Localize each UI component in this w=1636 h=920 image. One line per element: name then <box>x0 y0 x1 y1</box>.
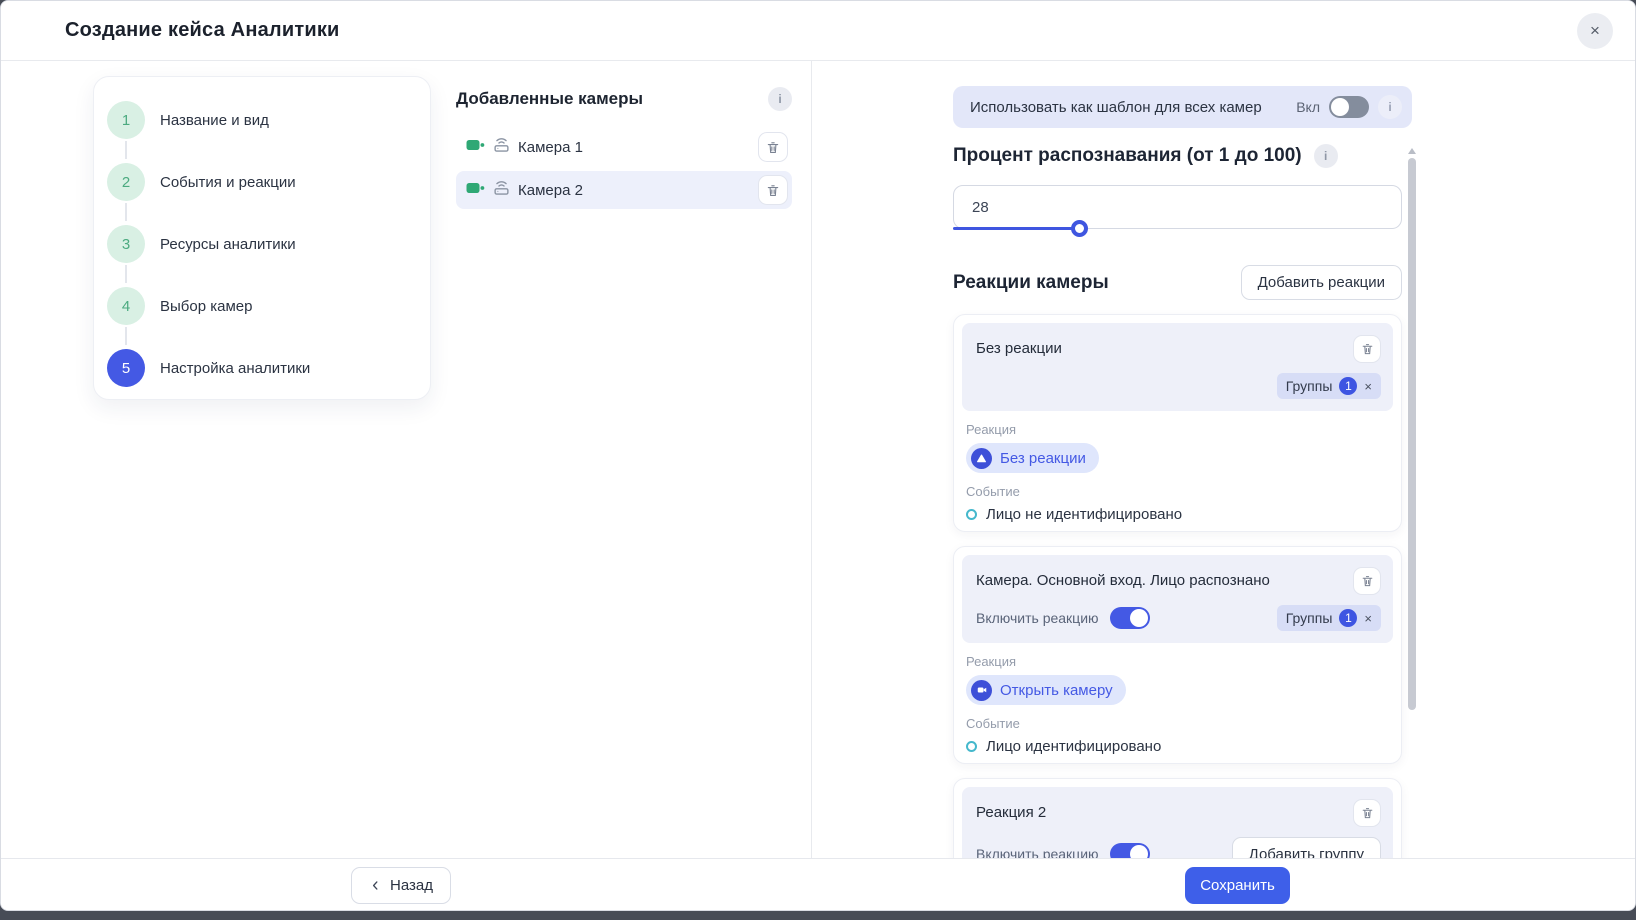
step-number: 2 <box>107 163 145 201</box>
added-cameras-title: Добавленные камеры <box>456 89 643 109</box>
event-text: Лицо не идентифицировано <box>986 506 1182 523</box>
toggle-knob <box>1130 609 1148 627</box>
camera-name: Камера 2 <box>518 182 583 199</box>
enable-reaction-label: Включить реакцию <box>976 610 1099 626</box>
info-icon: i <box>778 92 781 106</box>
step-number: 5 <box>107 349 145 387</box>
use-as-template-bar: Использовать как шаблон для всех камер В… <box>953 86 1412 128</box>
camera-icon <box>466 181 485 200</box>
modal-footer: Назад Сохранить <box>1 858 1635 910</box>
groups-chip-label: Группы <box>1286 378 1333 394</box>
step-label: Название и вид <box>160 112 269 129</box>
back-button[interactable]: Назад <box>351 867 451 904</box>
vertical-divider <box>811 61 812 860</box>
delete-reaction-button[interactable] <box>1353 799 1381 827</box>
step-label: Ресурсы аналитики <box>160 236 296 253</box>
step-label: Выбор камер <box>160 298 252 315</box>
info-icon: i <box>1388 100 1391 114</box>
groups-chip[interactable]: Группы 1 × <box>1277 605 1381 631</box>
analytics-settings-panel: Использовать как шаблон для всех камер В… <box>953 61 1402 911</box>
create-analytics-case-modal: Создание кейса Аналитики × 1 Название и … <box>0 0 1636 911</box>
close-button[interactable]: × <box>1577 13 1613 49</box>
step-label: Настройка аналитики <box>160 360 310 377</box>
event-text: Лицо идентифицировано <box>986 738 1161 755</box>
camera-row-2[interactable]: Камера 2 <box>456 171 792 209</box>
camera-name: Камера 1 <box>518 139 583 156</box>
trash-icon <box>1361 806 1374 820</box>
reaction-card-title: Реакция 2 <box>976 799 1046 821</box>
step-number: 3 <box>107 225 145 263</box>
page-title: Создание кейса Аналитики <box>65 19 340 42</box>
open-camera-icon <box>971 680 992 701</box>
camera-row-1[interactable]: Камера 1 <box>456 128 792 166</box>
scrollbar-thumb[interactable] <box>1408 158 1416 710</box>
toggle-knob <box>1331 98 1349 116</box>
reaction-card-title: Без реакции <box>976 335 1062 357</box>
camera-reactions-heading: Реакции камеры <box>953 272 1109 294</box>
modal-header: Создание кейса Аналитики × <box>1 1 1635 61</box>
use-as-template-toggle[interactable] <box>1329 96 1369 118</box>
step-analytics-settings[interactable]: 5 Настройка аналитики <box>107 337 430 399</box>
delete-camera-button[interactable] <box>758 132 788 162</box>
groups-count-badge: 1 <box>1339 609 1357 627</box>
reaction-pill-text: Без реакции <box>1000 450 1086 467</box>
trash-icon <box>1361 574 1374 588</box>
delete-reaction-button[interactable] <box>1353 567 1381 595</box>
trash-icon <box>766 183 780 198</box>
step-label: События и реакции <box>160 174 296 191</box>
reaction-label: Реакция <box>966 422 1389 437</box>
remove-groups-icon[interactable]: × <box>1364 379 1372 394</box>
toggle-on-label: Вкл <box>1296 99 1320 115</box>
reaction-card: Без реакции Группы 1 × Реакция <box>953 314 1402 532</box>
info-icon: i <box>1324 149 1327 163</box>
groups-count-badge: 1 <box>1339 377 1357 395</box>
recognition-slider-fill <box>953 227 1079 230</box>
add-reactions-button[interactable]: Добавить реакции <box>1241 265 1402 300</box>
step-name-and-type[interactable]: 1 Название и вид <box>107 89 430 151</box>
delete-camera-button[interactable] <box>758 175 788 205</box>
page-background-edge <box>0 911 1636 920</box>
enable-reaction-toggle[interactable] <box>1110 607 1150 629</box>
step-analytics-resources[interactable]: 3 Ресурсы аналитики <box>107 213 430 275</box>
bridge-device-icon <box>493 179 510 201</box>
step-number: 1 <box>107 101 145 139</box>
delete-reaction-button[interactable] <box>1353 335 1381 363</box>
reaction-card: Камера. Основной вход. Лицо распознано В… <box>953 546 1402 764</box>
event-dot-icon <box>966 741 977 752</box>
recognition-percent-input[interactable] <box>953 185 1402 229</box>
trash-icon <box>766 140 780 155</box>
template-info-button[interactable]: i <box>1378 95 1402 119</box>
reaction-label: Реакция <box>966 654 1389 669</box>
step-number: 4 <box>107 287 145 325</box>
recognition-slider-knob[interactable] <box>1071 220 1088 237</box>
cameras-info-button[interactable]: i <box>768 87 792 111</box>
recognition-percent-heading: Процент распознавания (от 1 до 100) <box>953 145 1302 167</box>
groups-chip[interactable]: Группы 1 × <box>1277 373 1381 399</box>
stepper: 1 Название и вид 2 События и реакции 3 Р… <box>93 76 431 400</box>
added-cameras-section: Добавленные камеры i Камера 1 <box>456 87 792 214</box>
reaction-pill[interactable]: Без реакции <box>966 443 1099 473</box>
camera-icon <box>466 138 485 157</box>
event-label: Событие <box>966 716 1389 731</box>
close-icon: × <box>1590 21 1600 40</box>
use-as-template-label: Использовать как шаблон для всех камер <box>970 99 1262 116</box>
save-button[interactable]: Сохранить <box>1185 867 1290 904</box>
chevron-left-icon <box>369 879 382 892</box>
event-label: Событие <box>966 484 1389 499</box>
scrollbar-up-arrow[interactable] <box>1408 148 1416 154</box>
reaction-pill-text: Открыть камеру <box>1000 682 1113 699</box>
groups-chip-label: Группы <box>1286 610 1333 626</box>
step-events-and-reactions[interactable]: 2 События и реакции <box>107 151 430 213</box>
reaction-card-title: Камера. Основной вход. Лицо распознано <box>976 567 1270 589</box>
remove-groups-icon[interactable]: × <box>1364 611 1372 626</box>
back-button-label: Назад <box>390 877 433 894</box>
recognition-info-button[interactable]: i <box>1314 144 1338 168</box>
reaction-pill[interactable]: Открыть камеру <box>966 675 1126 705</box>
no-reaction-icon <box>971 448 992 469</box>
event-dot-icon <box>966 509 977 520</box>
trash-icon <box>1361 342 1374 356</box>
step-camera-selection[interactable]: 4 Выбор камер <box>107 275 430 337</box>
bridge-device-icon <box>493 136 510 158</box>
recognition-slider[interactable] <box>953 227 1402 230</box>
